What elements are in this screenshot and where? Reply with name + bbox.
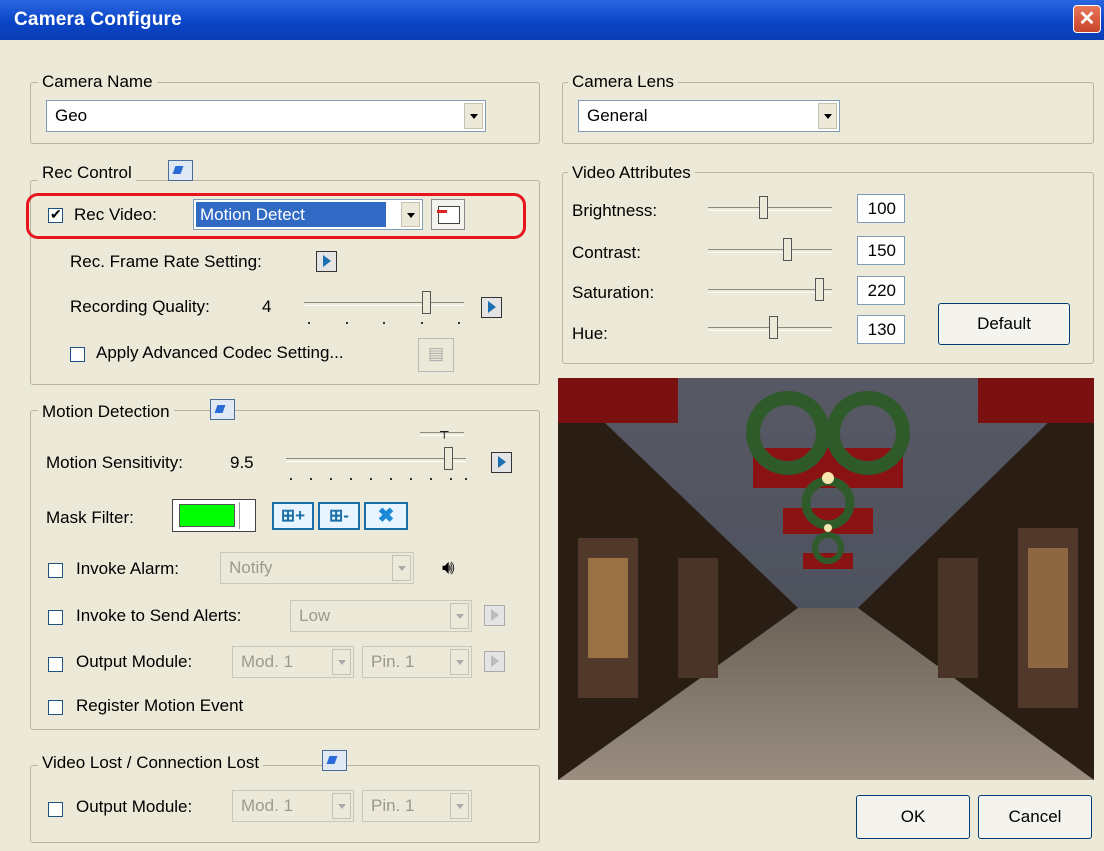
- mask-filter-label: Mask Filter:: [46, 508, 134, 527]
- invoke-alarm-value: Notify: [229, 558, 273, 577]
- video-lost-legend: Video Lost / Connection Lost: [38, 753, 264, 773]
- rec-video-checkbox[interactable]: [48, 206, 63, 223]
- camera-name-value: Geo: [55, 106, 88, 125]
- motion-detection-legend: Motion Detection: [38, 402, 174, 422]
- motion-sensitivity-value: 9.5: [230, 453, 254, 472]
- recording-quality-play-icon[interactable]: [481, 297, 502, 318]
- hue-input[interactable]: 130: [857, 315, 905, 344]
- video-lost-module-select[interactable]: Mod. 1: [232, 790, 354, 822]
- chevron-down-icon[interactable]: [392, 555, 411, 581]
- speaker-icon[interactable]: 🔊︎: [442, 557, 455, 580]
- recording-quality-slider-thumb[interactable]: [422, 291, 431, 314]
- title-bar: Camera Configure ✕: [0, 0, 1104, 40]
- window-title: Camera Configure: [14, 9, 182, 30]
- register-motion-label: Register Motion Event: [76, 696, 244, 715]
- camera-lens-value: General: [587, 106, 648, 125]
- default-button[interactable]: Default: [938, 303, 1070, 345]
- brightness-slider-thumb[interactable]: [759, 196, 768, 219]
- invoke-alarm-checkbox[interactable]: [48, 563, 63, 578]
- camera-lens-select[interactable]: General: [578, 100, 840, 132]
- chevron-down-icon[interactable]: [239, 502, 254, 529]
- contrast-slider-thumb[interactable]: [783, 238, 792, 261]
- rec-video-select[interactable]: Motion Detect: [193, 199, 423, 230]
- video-lost-output-label: Output Module:: [76, 797, 193, 816]
- close-button[interactable]: ✕: [1073, 5, 1101, 33]
- contrast-slider-track[interactable]: [708, 249, 832, 253]
- chevron-down-icon[interactable]: [450, 793, 469, 819]
- codec-settings-icon[interactable]: [418, 338, 454, 372]
- rec-video-value: Motion Detect: [200, 204, 305, 224]
- chevron-down-icon[interactable]: [332, 649, 351, 675]
- motion-detection-settings-icon[interactable]: [210, 399, 235, 420]
- frame-rate-label: Rec. Frame Rate Setting:: [70, 252, 262, 271]
- send-alerts-checkbox[interactable]: [48, 610, 63, 625]
- saturation-slider-track[interactable]: [708, 289, 832, 293]
- rec-control-legend: Rec Control: [38, 163, 136, 183]
- send-alerts-play-icon[interactable]: [484, 605, 505, 626]
- chevron-down-icon[interactable]: [818, 103, 837, 129]
- output-module-value: Mod. 1: [241, 652, 293, 671]
- contrast-input[interactable]: 150: [857, 236, 905, 265]
- mask-color-swatch: [179, 504, 235, 527]
- advanced-codec-label: Apply Advanced Codec Setting...: [96, 343, 344, 362]
- camera-name-legend: Camera Name: [38, 72, 157, 92]
- chevron-down-icon[interactable]: [464, 103, 483, 129]
- video-lost-pin-value: Pin. 1: [371, 796, 415, 815]
- output-pin-select[interactable]: Pin. 1: [362, 646, 472, 678]
- camera-name-select[interactable]: Geo: [46, 100, 486, 132]
- video-lost-settings-icon[interactable]: [322, 750, 347, 771]
- cancel-button[interactable]: Cancel: [978, 795, 1092, 839]
- camera-configure-dialog: Camera Configure ✕ Camera Name Geo Camer…: [0, 0, 1104, 851]
- ok-button[interactable]: OK: [856, 795, 970, 839]
- saturation-label: Saturation:: [572, 283, 655, 302]
- video-lost-pin-select[interactable]: Pin. 1: [362, 790, 472, 822]
- rec-control-settings-icon[interactable]: [168, 160, 193, 181]
- video-lost-output-checkbox[interactable]: [48, 802, 63, 817]
- output-module-label: Output Module:: [76, 652, 193, 671]
- advanced-codec-checkbox[interactable]: [70, 347, 85, 362]
- hue-slider-thumb[interactable]: [769, 316, 778, 339]
- brightness-slider-track[interactable]: [708, 207, 832, 211]
- saturation-input[interactable]: 220: [857, 276, 905, 305]
- motion-sensitivity-slider-thumb[interactable]: [444, 447, 453, 470]
- brightness-input[interactable]: 100: [857, 194, 905, 223]
- schedule-icon[interactable]: [431, 199, 465, 230]
- output-pin-value: Pin. 1: [371, 652, 415, 671]
- send-alerts-value: Low: [299, 606, 331, 625]
- video-lost-module-value: Mod. 1: [241, 796, 293, 815]
- send-alerts-select[interactable]: Low: [290, 600, 472, 632]
- recording-quality-value: 4: [262, 297, 272, 316]
- camera-lens-legend: Camera Lens: [568, 72, 679, 92]
- camera-preview-image: [558, 378, 1094, 780]
- output-module-select[interactable]: Mod. 1: [232, 646, 354, 678]
- contrast-label: Contrast:: [572, 243, 641, 262]
- video-attributes-legend: Video Attributes: [568, 163, 695, 183]
- motion-sensitivity-slider-track[interactable]: [286, 458, 466, 462]
- chevron-down-icon[interactable]: [450, 603, 469, 629]
- recording-quality-slider-track[interactable]: [304, 302, 464, 306]
- arcade-scene-illustration: [558, 378, 1094, 780]
- hue-label: Hue:: [572, 324, 608, 343]
- recording-quality-label: Recording Quality:: [70, 297, 210, 316]
- motion-sensitivity-label: Motion Sensitivity:: [46, 453, 183, 472]
- frame-rate-play-icon[interactable]: [316, 251, 337, 272]
- sensitivity-mini-mark: ┬: [440, 424, 449, 438]
- mask-clear-icon[interactable]: ✖: [364, 502, 408, 530]
- invoke-alarm-label: Invoke Alarm:: [76, 559, 179, 578]
- output-module-checkbox[interactable]: [48, 657, 63, 672]
- chevron-down-icon[interactable]: [450, 649, 469, 675]
- chevron-down-icon[interactable]: [332, 793, 351, 819]
- mask-color-picker[interactable]: [172, 499, 256, 532]
- send-alerts-label: Invoke to Send Alerts:: [76, 606, 242, 625]
- mask-add-icon[interactable]: ⊞+: [272, 502, 314, 530]
- motion-sensitivity-play-icon[interactable]: [491, 452, 512, 473]
- output-module-play-icon[interactable]: [484, 651, 505, 672]
- invoke-alarm-select[interactable]: Notify: [220, 552, 414, 584]
- register-motion-checkbox[interactable]: [48, 700, 63, 715]
- saturation-slider-thumb[interactable]: [815, 278, 824, 301]
- rec-video-label: Rec Video:: [74, 205, 157, 224]
- chevron-down-icon[interactable]: [401, 202, 420, 227]
- mask-remove-icon[interactable]: ⊞-: [318, 502, 360, 530]
- brightness-label: Brightness:: [572, 201, 658, 220]
